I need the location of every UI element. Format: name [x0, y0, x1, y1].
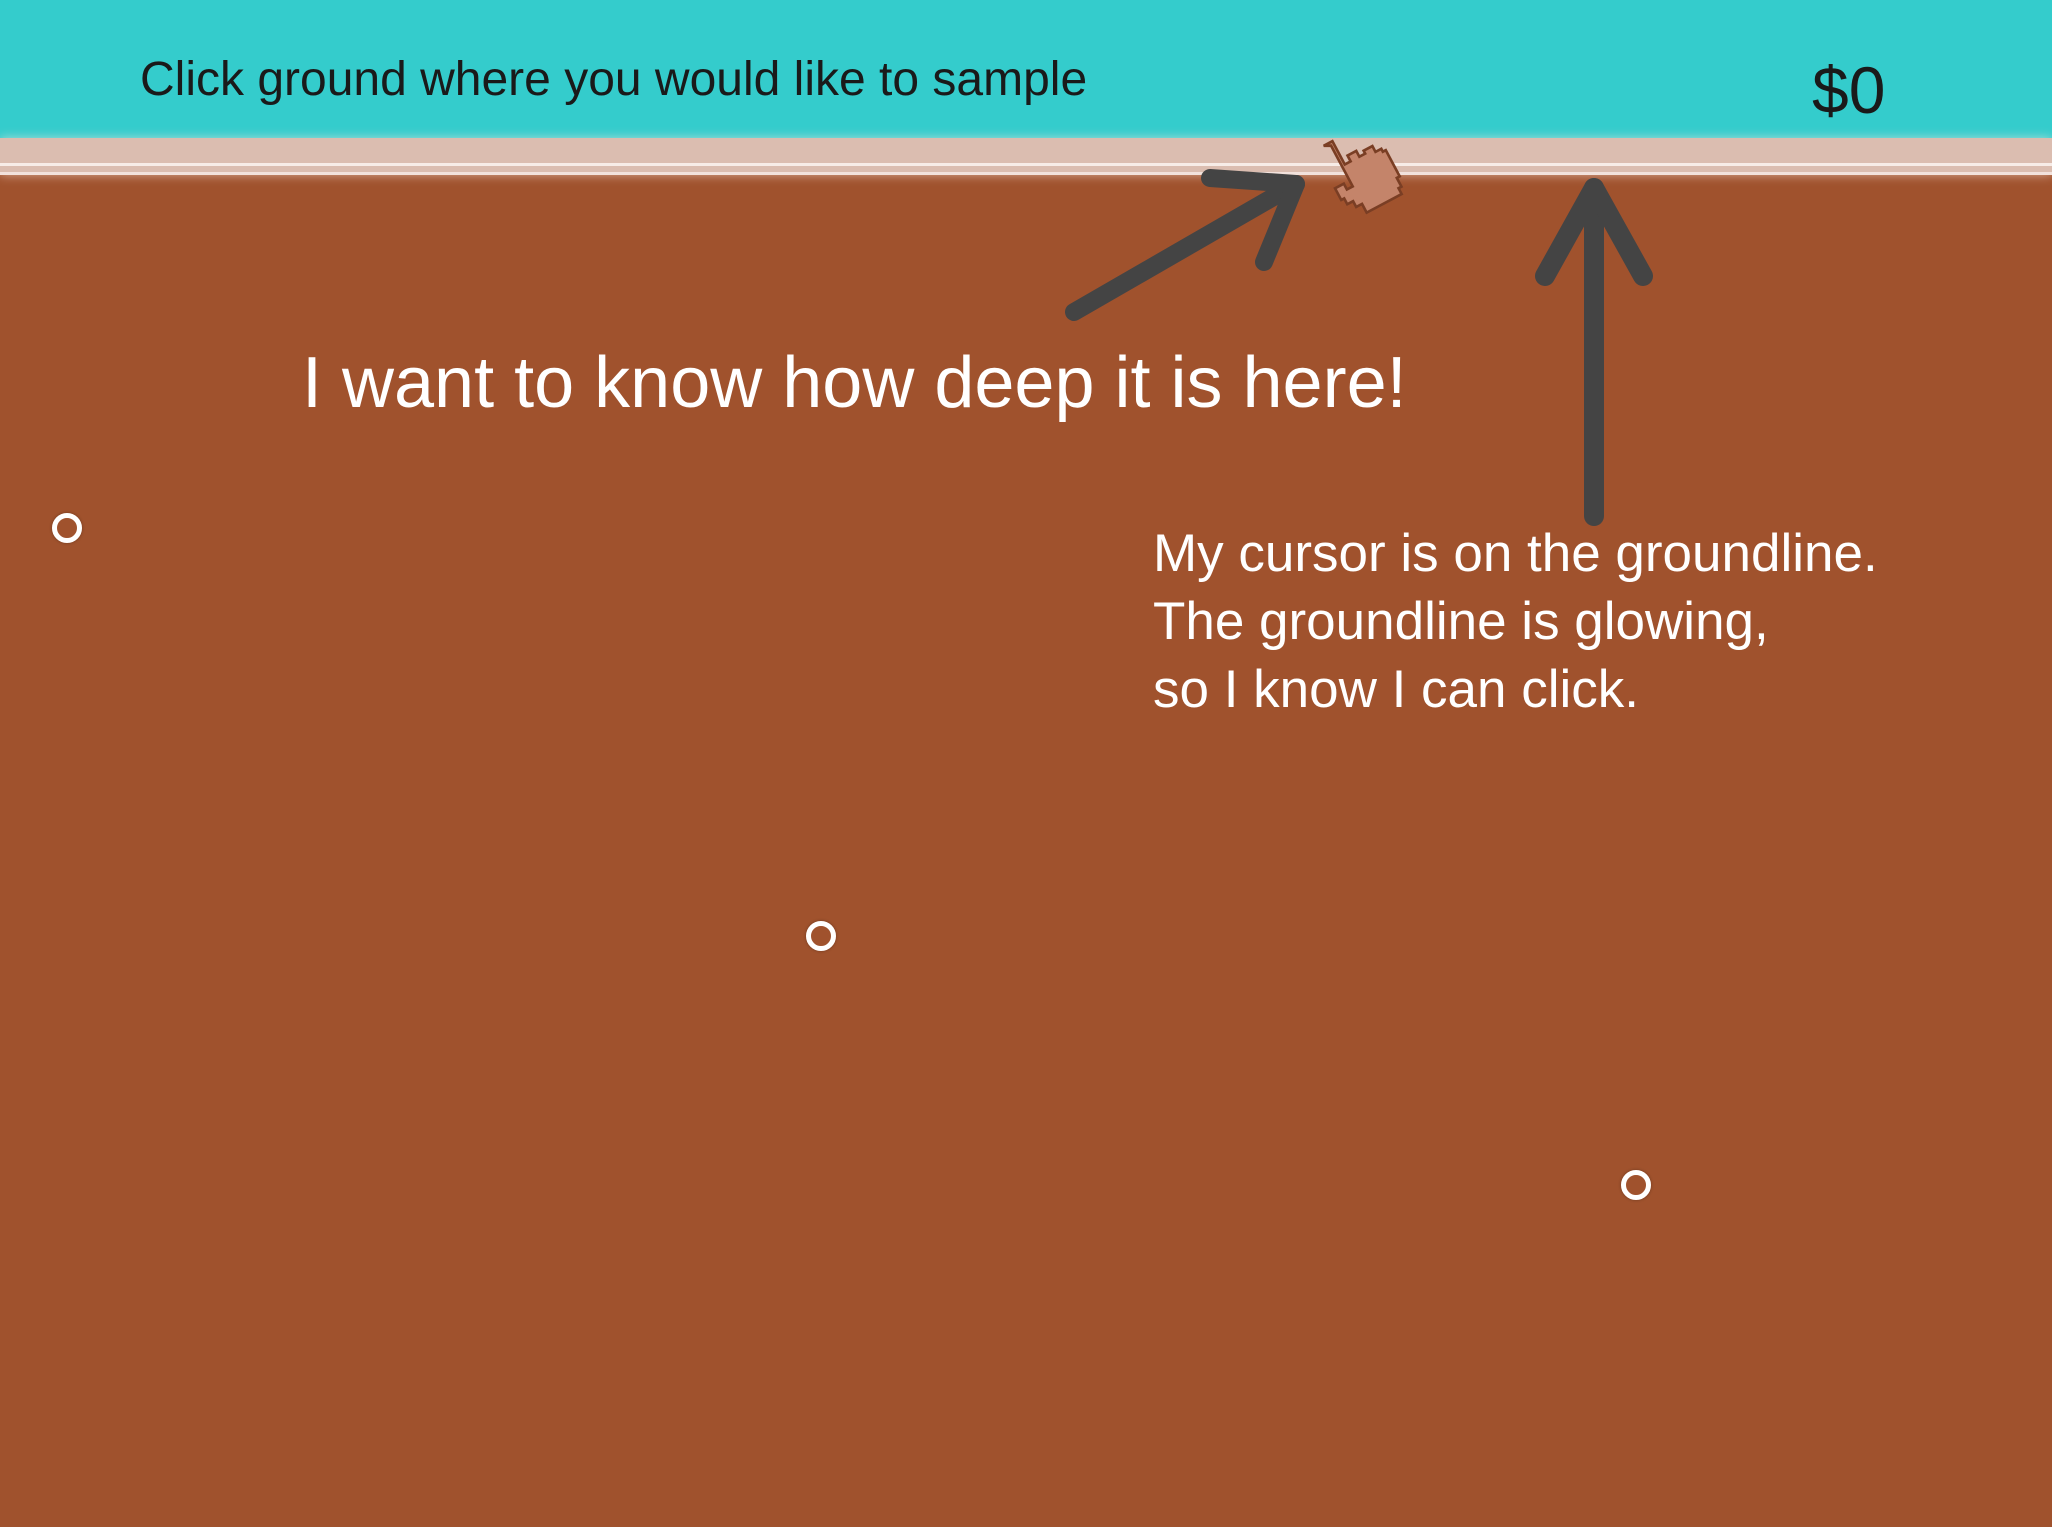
speech-annotation: I want to know how deep it is here! [302, 343, 1407, 423]
note-annotation: My cursor is on the groundline. The grou… [1153, 520, 1878, 724]
sample-marker[interactable] [806, 921, 836, 951]
instruction-text: Click ground where you would like to sam… [140, 53, 1088, 106]
sample-marker[interactable] [52, 513, 82, 543]
header-bar: Click ground where you would like to sam… [0, 0, 2052, 138]
groundline[interactable] [0, 138, 2052, 175]
note-line: My cursor is on the groundline. [1153, 524, 1878, 583]
arrow-up-right-icon [1065, 169, 1305, 321]
annotation-overlay [1065, 139, 1653, 526]
game-stage: Click ground where you would like to sam… [0, 0, 2052, 1527]
arrow-up-icon [1535, 178, 1653, 526]
sample-marker[interactable] [1621, 1170, 1651, 1200]
money-counter: $0 [1812, 53, 1886, 127]
note-line: so I know I can click. [1153, 660, 1640, 719]
note-line: The groundline is glowing, [1153, 592, 1769, 651]
